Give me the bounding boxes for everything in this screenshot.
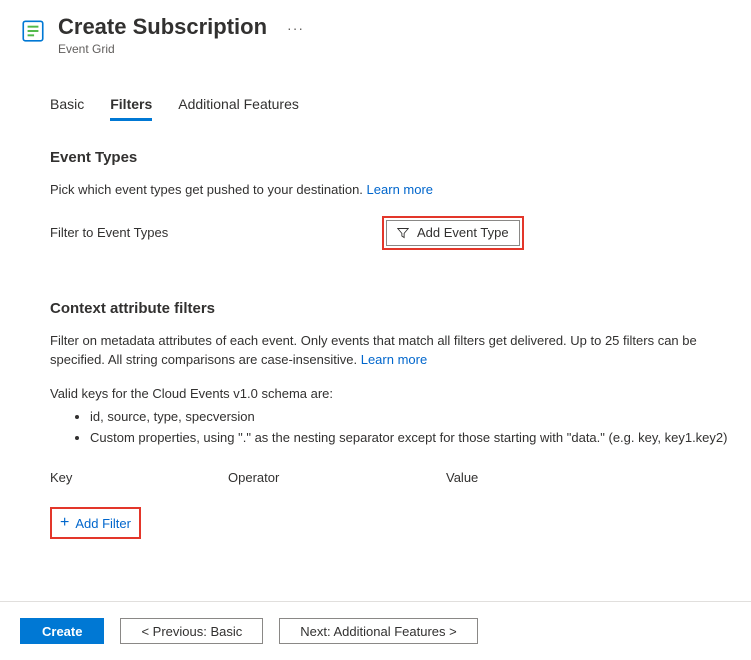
filter-column-headers: Key Operator Value bbox=[50, 470, 731, 485]
event-types-learn-more-link[interactable]: Learn more bbox=[367, 182, 433, 197]
valid-keys-item-2: Custom properties, using "." as the nest… bbox=[90, 428, 731, 449]
footer-actions: Create < Previous: Basic Next: Additiona… bbox=[0, 602, 751, 660]
add-event-type-highlight: Add Event Type bbox=[382, 216, 524, 250]
create-button[interactable]: Create bbox=[20, 618, 104, 644]
context-filters-heading: Context attribute filters bbox=[50, 300, 731, 317]
subscription-icon bbox=[20, 18, 46, 44]
tab-basic[interactable]: Basic bbox=[50, 96, 84, 121]
event-types-heading: Event Types bbox=[50, 149, 731, 166]
add-filter-highlight: + Add Filter bbox=[50, 507, 141, 539]
more-menu-icon[interactable]: ··· bbox=[287, 20, 304, 36]
valid-keys-intro: Valid keys for the Cloud Events v1.0 sch… bbox=[50, 386, 731, 401]
column-key: Key bbox=[50, 470, 228, 485]
event-types-description: Pick which event types get pushed to you… bbox=[50, 180, 731, 200]
tab-filters[interactable]: Filters bbox=[110, 96, 152, 121]
context-filters-description: Filter on metadata attributes of each ev… bbox=[50, 331, 731, 370]
column-operator: Operator bbox=[228, 470, 446, 485]
plus-icon: + bbox=[60, 515, 69, 531]
filter-to-event-types-label: Filter to Event Types bbox=[50, 225, 382, 240]
page-title: Create Subscription bbox=[58, 14, 267, 40]
add-filter-button[interactable]: + Add Filter bbox=[54, 511, 137, 535]
next-button[interactable]: Next: Additional Features > bbox=[279, 618, 477, 644]
add-event-type-label: Add Event Type bbox=[417, 225, 509, 240]
tab-additional-features[interactable]: Additional Features bbox=[178, 96, 299, 121]
event-types-desc-text: Pick which event types get pushed to you… bbox=[50, 182, 363, 197]
column-value: Value bbox=[446, 470, 731, 485]
add-event-type-button[interactable]: Add Event Type bbox=[386, 220, 520, 246]
tab-bar: Basic Filters Additional Features bbox=[50, 96, 731, 121]
filter-icon bbox=[397, 227, 409, 239]
context-learn-more-link[interactable]: Learn more bbox=[361, 352, 427, 367]
page-subtitle: Event Grid bbox=[58, 42, 267, 56]
previous-button[interactable]: < Previous: Basic bbox=[120, 618, 263, 644]
valid-keys-list: id, source, type, specversion Custom pro… bbox=[50, 407, 731, 449]
valid-keys-item-1: id, source, type, specversion bbox=[90, 407, 731, 428]
add-filter-label: Add Filter bbox=[75, 516, 131, 531]
